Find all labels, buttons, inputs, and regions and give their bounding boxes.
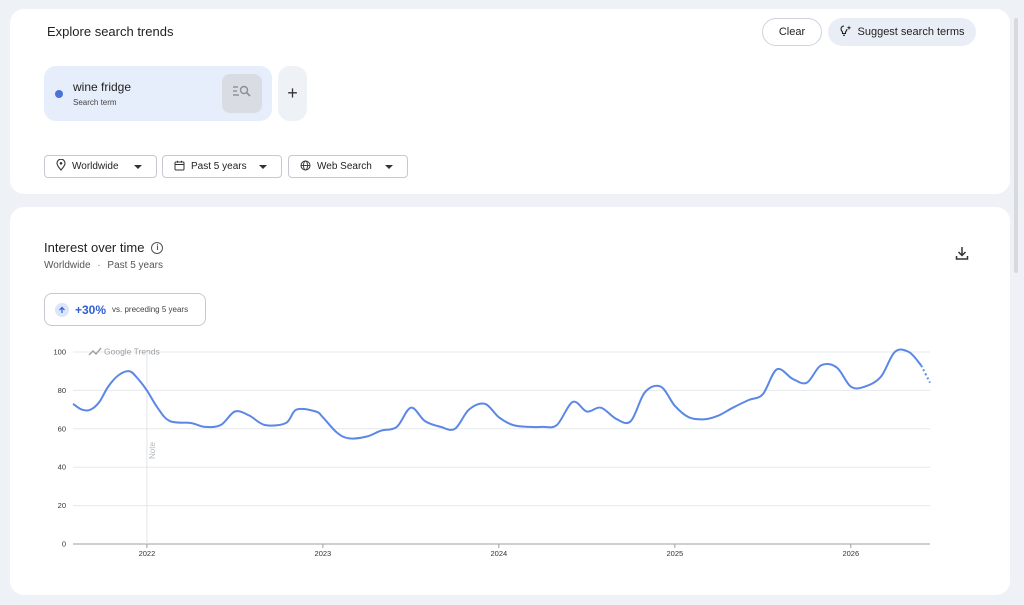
add-term-button[interactable]: + <box>278 66 307 121</box>
chevron-down-icon <box>134 165 142 169</box>
search-term-chip[interactable]: wine fridge Search term <box>44 66 272 121</box>
calendar-icon <box>174 160 185 174</box>
y-tick-label: 40 <box>58 463 66 472</box>
interest-over-time-panel: Interest over time i Worldwide · Past 5 … <box>10 207 1010 595</box>
property-dropdown[interactable]: Web Search <box>288 155 408 178</box>
y-tick-label: 20 <box>58 501 66 510</box>
x-tick-label: 2023 <box>315 549 332 558</box>
sparkle-bulb-icon <box>839 24 852 40</box>
globe-icon <box>300 160 311 174</box>
time-range-dropdown[interactable]: Past 5 years <box>162 155 282 178</box>
y-tick-label: 80 <box>58 386 66 395</box>
location-dropdown[interactable]: Worldwide <box>44 155 157 178</box>
location-value: Worldwide <box>72 161 119 172</box>
suggest-search-terms-button[interactable]: Suggest search terms <box>828 18 976 46</box>
x-tick-label: 2022 <box>139 549 156 558</box>
y-tick-label: 60 <box>58 424 66 433</box>
page-title: Explore search trends <box>47 24 174 39</box>
x-tick-label: 2025 <box>666 549 683 558</box>
x-tick-label: 2024 <box>491 549 508 558</box>
series-line-partial <box>920 364 931 384</box>
location-pin-icon <box>56 158 66 174</box>
chevron-down-icon <box>385 165 393 169</box>
chevron-down-icon <box>259 165 267 169</box>
term-color-dot <box>55 90 63 98</box>
search-panel: Explore search trends Clear Suggest sear… <box>10 9 1010 194</box>
term-name: wine fridge <box>73 80 132 94</box>
note-label[interactable]: Note <box>148 442 157 459</box>
scrollbar[interactable] <box>1014 18 1018 273</box>
clear-button[interactable]: Clear <box>762 18 822 46</box>
explore-term-button[interactable] <box>222 74 262 113</box>
term-type: Search term <box>73 98 117 107</box>
property-value: Web Search <box>317 161 372 172</box>
x-tick-label: 2026 <box>842 549 859 558</box>
y-tick-label: 100 <box>53 348 66 357</box>
y-tick-label: 0 <box>62 540 66 549</box>
series-line-wine-fridge <box>72 348 922 440</box>
time-range-value: Past 5 years <box>191 161 247 172</box>
watermark-text: Google Trends <box>104 347 160 357</box>
suggest-label: Suggest search terms <box>857 26 965 38</box>
interest-line-chart: 0 20 40 60 80 100 2022 2023 2024 2025 2026 Google… <box>53 347 931 558</box>
explore-list-icon <box>232 84 252 103</box>
